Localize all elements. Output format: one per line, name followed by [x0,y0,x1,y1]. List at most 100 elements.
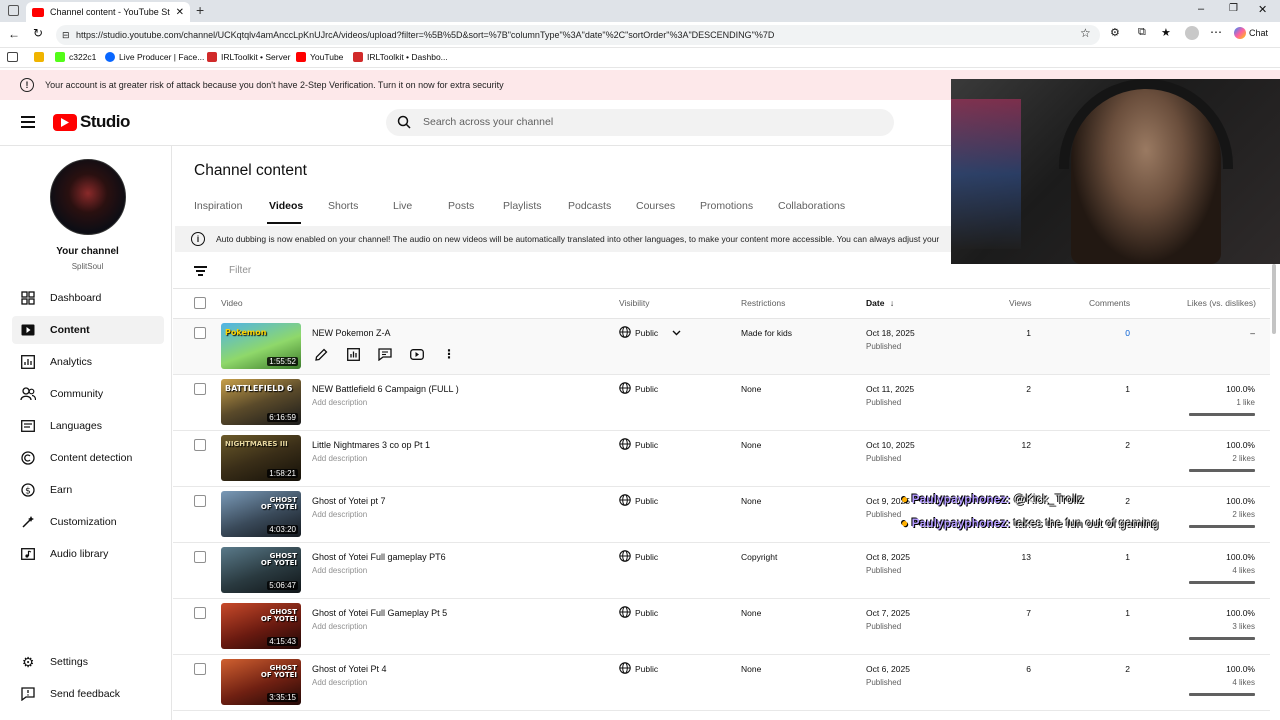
tab-playlists[interactable]: Playlists [503,200,542,212]
favorites-icon[interactable]: ★ [1161,26,1171,39]
comments-icon[interactable] [376,345,394,363]
video-title[interactable]: Ghost of Yotei Full gameplay PT6 [312,552,446,562]
comments-count[interactable]: 2 [1125,664,1130,674]
view-on-youtube-icon[interactable] [408,345,426,363]
sidebar-item-earn[interactable]: $ Earn [12,476,164,504]
minimize-window-button[interactable]: – [1198,3,1204,15]
comments-count[interactable]: 1 [1125,384,1130,394]
back-icon[interactable]: ← [8,27,20,41]
sidebar-item-audio-library[interactable]: Audio library [12,540,164,568]
video-thumbnail[interactable]: NIGHTMARES III 1:58:21 [221,435,301,481]
sidebar-item-dashboard[interactable]: Dashboard [12,284,164,312]
tab-promotions[interactable]: Promotions [700,200,753,212]
more-options-icon[interactable]: ⋮ [440,345,458,363]
analytics-icon[interactable] [344,345,362,363]
row-checkbox[interactable] [194,607,206,619]
close-window-button[interactable]: ✕ [1258,3,1267,16]
extensions-icon[interactable]: ⚙ [1110,26,1120,39]
sidebar-item-content-detection[interactable]: Content detection [12,444,164,472]
close-tab-icon[interactable]: ✕ [176,7,184,18]
restrictions-value[interactable]: Copyright [741,552,777,562]
video-thumbnail[interactable]: GHOST OF YOTEI 4:15:43 [221,603,301,649]
split-screen-icon[interactable]: ⧉ [1138,26,1146,39]
column-header-comments[interactable]: Comments [1089,298,1130,308]
video-thumbnail[interactable]: BATTLEFIELD 6 6:16:59 [221,379,301,425]
collections-icon[interactable] [1185,26,1199,40]
security-warning-text[interactable]: Your account is at greater risk of attac… [45,80,504,90]
column-header-likes[interactable]: Likes (vs. dislikes) [1187,298,1256,308]
channel-search-input[interactable]: Search across your channel [386,109,894,136]
table-row[interactable]: GHOST OF YOTEI 4:03:20 Ghost of Yotei pt… [173,487,1270,543]
refresh-icon[interactable]: ↻ [33,26,43,40]
comments-count[interactable]: 0 [1125,328,1130,338]
video-description[interactable]: Add description [312,622,367,631]
video-title[interactable]: Ghost of Yotei Pt 4 [312,664,387,674]
bookmark-item[interactable]: IRLToolkit • Dashbo... [353,52,448,62]
bookmark-item[interactable]: YouTube [296,52,343,62]
edit-pencil-icon[interactable] [312,345,330,363]
row-checkbox[interactable] [194,439,206,451]
column-header-visibility[interactable]: Visibility [619,298,650,308]
window-menu-icon[interactable] [8,5,19,16]
table-row[interactable]: GHOST OF YOTEI 5:06:47 Ghost of Yotei Fu… [173,543,1270,599]
comments-count[interactable]: 1 [1125,608,1130,618]
row-checkbox[interactable] [194,383,206,395]
visibility-value[interactable]: Public [619,606,658,620]
tab-courses[interactable]: Courses [636,200,675,212]
video-description[interactable]: Add description [312,678,367,687]
table-row[interactable]: GHOST OF YOTEI 3:35:15 Ghost of Yotei Pt… [173,655,1270,711]
maximize-window-button[interactable]: ❐ [1229,3,1238,14]
sidebar-item-languages[interactable]: Languages [12,412,164,440]
new-tab-button[interactable]: + [196,2,204,18]
bookmark-item[interactable]: IRLToolkit • Server [207,52,290,62]
column-header-date[interactable]: Date ↓ [866,298,894,308]
column-header-restrictions[interactable]: Restrictions [741,298,785,308]
video-thumbnail[interactable]: GHOST OF YOTEI 5:06:47 [221,547,301,593]
video-title[interactable]: NEW Battlefield 6 Campaign (FULL ) [312,384,459,394]
bookmark-item[interactable] [34,52,44,62]
tab-shorts[interactable]: Shorts [328,200,358,212]
video-description[interactable]: Add description [312,566,367,575]
table-row[interactable]: Pokemon 1:55:52 NEW Pokemon Z-A ⋮ Public [173,319,1270,375]
tab-posts[interactable]: Posts [448,200,474,212]
video-description[interactable]: Add description [312,398,367,407]
video-title[interactable]: NEW Pokemon Z-A [312,328,391,338]
comments-count[interactable]: 1 [1125,552,1130,562]
more-options-icon[interactable]: ⋯ [1210,25,1222,39]
browser-tab[interactable]: Channel content - YouTube Studio ✕ [26,2,190,22]
sidebar-item-send-feedback[interactable]: Send feedback [12,680,164,708]
tab-inspiration[interactable]: Inspiration [194,200,242,212]
video-thumbnail[interactable]: GHOST OF YOTEI 4:03:20 [221,491,301,537]
video-description[interactable]: Add description [312,454,367,463]
tab-videos[interactable]: Videos [269,200,303,212]
table-row[interactable]: BATTLEFIELD 6 6:16:59 NEW Battlefield 6 … [173,375,1270,431]
visibility-dropdown[interactable]: Public [619,326,681,340]
comments-count[interactable]: 2 [1125,440,1130,450]
studio-logo[interactable]: Studio [53,112,130,132]
bookmark-item[interactable]: Live Producer | Face... [105,52,204,62]
tab-live[interactable]: Live [393,200,412,212]
copilot-chat-button[interactable]: Chat [1234,27,1268,39]
site-info-icon[interactable]: ⊟ [62,25,70,45]
visibility-value[interactable]: Public [619,494,658,508]
sidebar-item-customization[interactable]: Customization [12,508,164,536]
video-description[interactable]: Add description [312,510,367,519]
visibility-value[interactable]: Public [619,662,658,676]
visibility-value[interactable]: Public [619,438,658,452]
visibility-value[interactable]: Public [619,382,658,396]
row-checkbox[interactable] [194,327,206,339]
row-checkbox[interactable] [194,495,206,507]
favorite-star-icon[interactable]: ☆ [1080,26,1091,40]
video-thumbnail[interactable]: GHOST OF YOTEI 3:35:15 [221,659,301,705]
select-all-checkbox[interactable] [194,297,206,309]
sidebar-item-settings[interactable]: ⚙ Settings [12,648,164,676]
tab-podcasts[interactable]: Podcasts [568,200,611,212]
video-thumbnail[interactable]: Pokemon 1:55:52 [221,323,301,369]
row-checkbox[interactable] [194,663,206,675]
video-title[interactable]: Ghost of Yotei Full Gameplay Pt 5 [312,608,447,618]
visibility-value[interactable]: Public [619,550,658,564]
page-scrollbar[interactable] [1272,264,1276,334]
tab-collaborations[interactable]: Collaborations [778,200,845,212]
table-row[interactable]: GHOST OF YOTEI 4:15:43 Ghost of Yotei Fu… [173,599,1270,655]
row-checkbox[interactable] [194,551,206,563]
